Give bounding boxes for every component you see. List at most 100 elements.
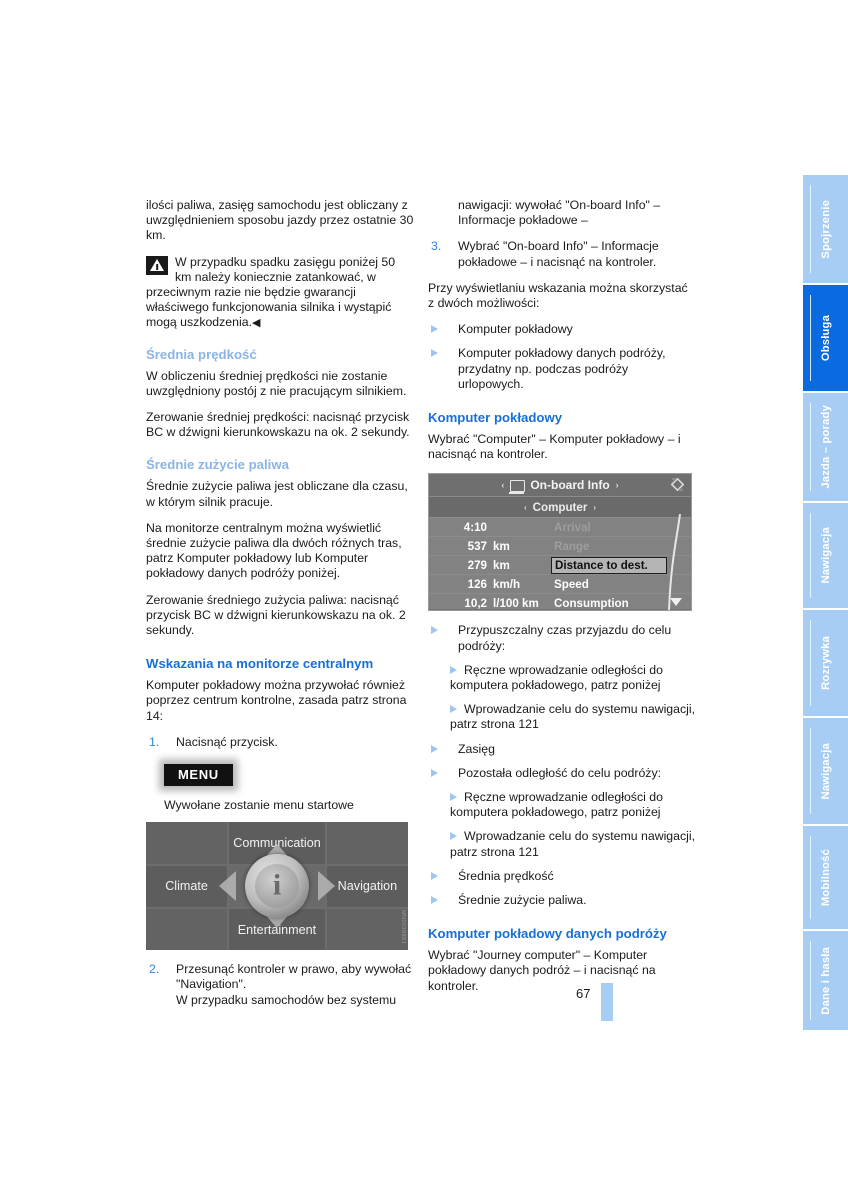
tab-label: Nawigacja	[819, 742, 832, 800]
triangle-bullet-icon	[431, 744, 438, 753]
idrive-cell-center	[229, 865, 325, 907]
tab-spojrzenie[interactable]: Spojrzenie	[803, 175, 848, 285]
right-column: nawigacji: wywołać "On-board Info" – Inf…	[428, 198, 696, 1005]
idrive-cell-entertainment[interactable]: Entertainment	[229, 908, 325, 951]
tab-label: Jazda – porady	[819, 405, 832, 489]
triangle-bullet-icon	[431, 325, 438, 334]
caret-down-icon[interactable]	[670, 598, 682, 607]
triangle-bullet-icon	[431, 896, 438, 905]
tab-label: Dane i hasła	[819, 946, 832, 1015]
heading-journey-computer: Komputer pokładowy danych podróży	[428, 926, 667, 942]
figure-code-idrive: MN0038881	[400, 910, 406, 945]
obc-header: ‹ On-board Info ›	[429, 474, 691, 498]
obc-item-distance: Pozostała odległość do celu podróży:	[428, 766, 696, 781]
tab-label: Obsługa	[819, 314, 832, 362]
obc-row-arrival[interactable]: 4:10 Arrival	[429, 518, 691, 538]
continued-paragraph: nawigacji: wywołać "On-board Info" – Inf…	[458, 198, 661, 228]
obc-subitem: Ręczne wprowadzanie odległości do komput…	[428, 790, 696, 820]
warning-end-mark: ◀	[251, 317, 261, 330]
menu-button[interactable]: MENU	[164, 764, 233, 787]
left-column: ilości paliwa, zasięg samochodu jest obl…	[146, 198, 414, 1019]
obc-row-speed[interactable]: 126 km/h Speed	[429, 575, 691, 595]
idrive-cell-empty-tl	[146, 822, 228, 864]
obc-row-consumption[interactable]: 10,2 l/100 km Consumption	[429, 594, 691, 610]
obc-subitem: Wprowadzanie celu do systemu nawigacji, …	[428, 829, 696, 859]
obc-value: 126	[467, 577, 487, 591]
central-monitor-intro: Komputer pokładowy można przywołać równi…	[146, 678, 407, 723]
obc-item-label: Przypuszczalny czas przyjazdu do celu po…	[458, 623, 672, 653]
idrive-cell-communication[interactable]: Communication	[229, 822, 325, 864]
step-3-text: Wybrać "On-board Info" – Informacje pokł…	[458, 239, 659, 269]
diamond-icon	[670, 478, 685, 492]
obc-row-range[interactable]: 537 km Range	[429, 537, 691, 557]
triangle-bullet-icon	[450, 793, 457, 802]
avg-speed-paragraph-2: Zerowanie średniej prędkości: nacisnąć p…	[146, 410, 410, 440]
avg-consumption-paragraph-3: Zerowanie średniego zużycia paliwa: naci…	[146, 592, 406, 638]
step-2: 2. Przesunąć kontroler w prawo, aby wywo…	[146, 962, 414, 1008]
avg-consumption-paragraph-1: Średnie zużycie paliwa jest obliczane dl…	[146, 479, 408, 509]
avg-consumption-paragraph-2: Na monitorze centralnym można wyświetlić…	[146, 520, 402, 581]
avg-speed-paragraph-1: W obliczeniu średniej prędkości nie zost…	[146, 368, 407, 398]
obc-row-distance-to-dest[interactable]: 279 km Distance to dest.	[429, 556, 691, 576]
heading-average-speed: Średnia prędkość	[146, 346, 257, 362]
tab-nawigacja-1[interactable]: Nawigacja	[803, 503, 848, 610]
triangle-bullet-icon	[450, 665, 457, 674]
step-2-text: Przesunąć kontroler w prawo, aby wywołać…	[176, 962, 412, 992]
obc-value-list: 4:10 Arrival 537 km Range 279 km Distanc…	[429, 514, 691, 611]
obc-unit: km/h	[493, 577, 521, 591]
obc-value: 279	[467, 558, 487, 572]
warning-text: W przypadku spadku zasięgu poniżej 50 km…	[146, 254, 396, 330]
step-2-number: 2.	[149, 962, 160, 977]
idrive-cell-climate[interactable]: Climate	[146, 865, 228, 907]
idrive-cell-navigation[interactable]: Navigation	[326, 865, 408, 907]
obc-unit: km	[493, 539, 510, 553]
obc-value: 4:10	[463, 520, 487, 534]
step-3-number: 3.	[431, 239, 442, 254]
obc-item-average-speed: Średnia prędkość	[428, 869, 696, 884]
tab-nawigacja-2[interactable]: Nawigacja	[803, 718, 848, 826]
onboard-info-display-figure: ‹ On-board Info › ‹ Computer › 4:10 Arri…	[428, 473, 692, 612]
triangle-bullet-icon	[431, 871, 438, 880]
triangle-bullet-icon	[450, 705, 457, 714]
obc-item-label: Pozostała odległość do celu podróży:	[458, 765, 662, 780]
page-number: 67	[576, 986, 591, 1001]
two-options-intro: Przy wyświetlaniu wskazania można skorzy…	[428, 280, 688, 311]
obc-value: 537	[467, 539, 487, 553]
warning-triangle-icon	[146, 255, 168, 275]
document-page: ilości paliwa, zasięg samochodu jest obl…	[0, 0, 848, 1200]
triangle-bullet-icon	[431, 349, 438, 358]
triangle-bullet-icon	[431, 768, 438, 777]
subheader-arrow-right-icon[interactable]: ›	[593, 503, 596, 512]
monitor-icon	[509, 480, 526, 495]
obc-subheader: ‹ Computer ›	[429, 497, 691, 519]
obc-subitem: Wprowadzanie celu do systemu nawigacji, …	[428, 702, 696, 732]
step-1-text: Nacisnąć przycisk.	[176, 734, 278, 749]
option-item-1: Komputer pokładowy	[428, 322, 696, 337]
tab-label: Mobilność	[819, 848, 832, 907]
obc-subitem-label: Ręczne wprowadzanie odległości do komput…	[450, 662, 663, 693]
obc-item-average-consumption: Średnie zużycie paliwa.	[428, 893, 696, 908]
step-1-number: 1.	[149, 734, 160, 749]
tab-dane-i-hasla[interactable]: Dane i hasła	[803, 931, 848, 1030]
obc-subheader-title: Computer	[532, 500, 588, 514]
tab-label: Spojrzenie	[819, 199, 832, 259]
obc-item-label: Zasięg	[458, 741, 495, 756]
header-arrow-left-icon[interactable]: ‹	[501, 480, 504, 490]
idrive-cell-empty-bl	[146, 908, 228, 951]
option-item-2: Komputer pokładowy danych podróży, przyd…	[428, 346, 696, 392]
idrive-cell-empty-br	[326, 908, 408, 951]
tab-jazda-porady[interactable]: Jazda – porady	[803, 393, 848, 503]
obc-subitem-label: Wprowadzanie celu do systemu nawigacji, …	[450, 702, 696, 732]
obc-item-range: Zasięg	[428, 742, 696, 757]
tab-mobilnosc[interactable]: Mobilność	[803, 826, 848, 931]
tab-rozrywka[interactable]: Rozrywka	[803, 610, 848, 718]
obc-subitem-label: Ręczne wprowadzanie odległości do komput…	[450, 790, 663, 820]
subheader-arrow-left-icon[interactable]: ‹	[524, 503, 527, 512]
heading-onboard-computer: Komputer pokładowy	[428, 410, 563, 426]
heading-central-monitor: Wskazania na monitorze centralnym	[146, 656, 374, 672]
idrive-cell-empty-tr	[326, 822, 408, 864]
tab-obsluga[interactable]: Obsługa	[803, 285, 848, 393]
header-arrow-right-icon[interactable]: ›	[616, 480, 619, 490]
obc-item-arrival-time: Przypuszczalny czas przyjazdu do celu po…	[428, 623, 696, 653]
scroll-indicator[interactable]	[667, 514, 683, 611]
